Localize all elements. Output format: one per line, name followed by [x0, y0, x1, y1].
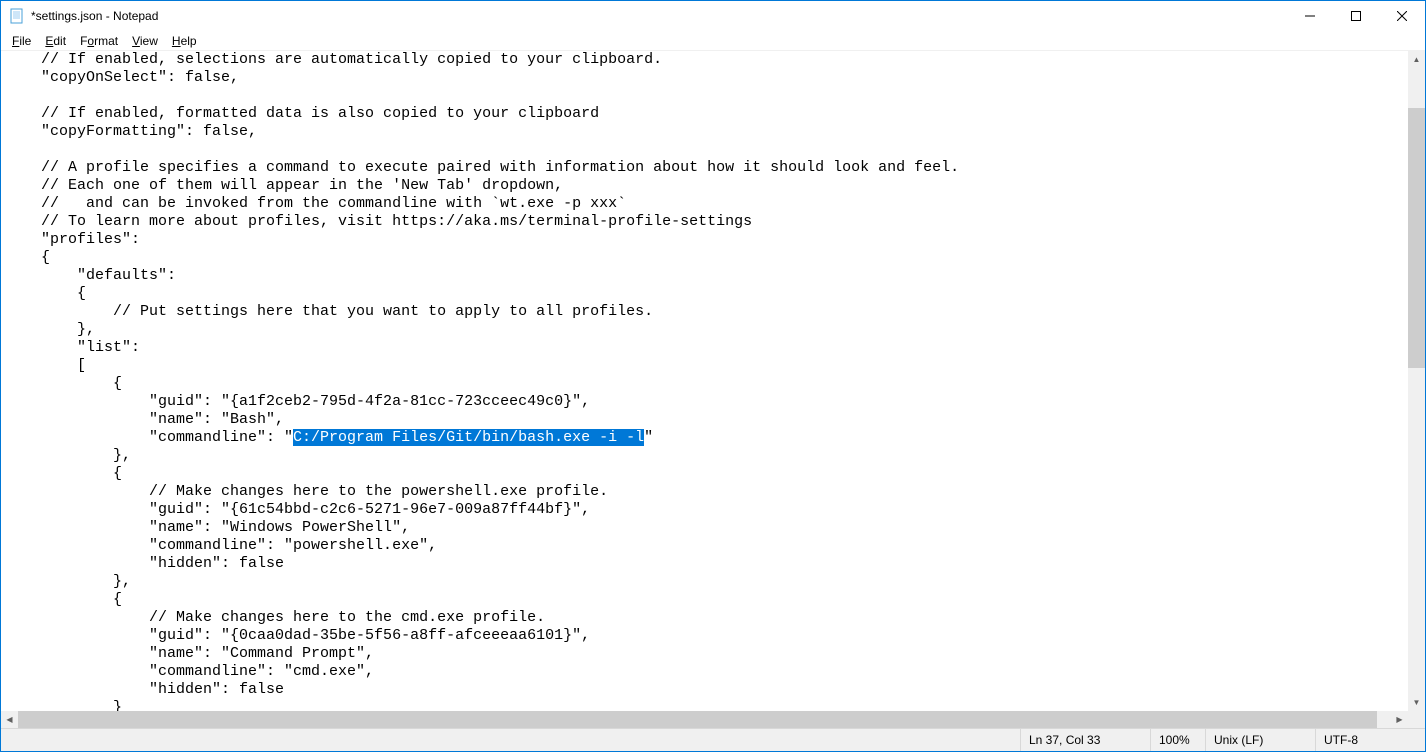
text-selection: C:/Program Files/Git/bin/bash.exe -i -l [293, 429, 644, 446]
titlebar: *settings.json - Notepad [1, 1, 1425, 31]
menu-file[interactable]: File [5, 33, 38, 49]
menu-view[interactable]: View [125, 33, 165, 49]
minimize-button[interactable] [1287, 1, 1333, 31]
close-button[interactable] [1379, 1, 1425, 31]
status-encoding: UTF-8 [1315, 729, 1425, 751]
scroll-left-arrow-icon[interactable]: ◀ [1, 711, 18, 728]
menubar: File Edit Format View Help [1, 31, 1425, 51]
horizontal-scroll-thumb[interactable] [18, 711, 1377, 728]
status-position: Ln 37, Col 33 [1020, 729, 1150, 751]
status-line-ending: Unix (LF) [1205, 729, 1315, 751]
vertical-scroll-thumb[interactable] [1408, 108, 1425, 368]
vertical-scrollbar[interactable]: ▲ ▼ [1408, 51, 1425, 711]
notepad-icon [9, 8, 25, 24]
status-zoom: 100% [1150, 729, 1205, 751]
text-editor[interactable]: // If enabled, selections are automatica… [1, 51, 1408, 711]
window-controls [1287, 1, 1425, 31]
maximize-button[interactable] [1333, 1, 1379, 31]
scroll-up-arrow-icon[interactable]: ▲ [1408, 51, 1425, 68]
menu-format[interactable]: Format [73, 33, 125, 49]
statusbar: Ln 37, Col 33 100% Unix (LF) UTF-8 [1, 728, 1425, 751]
window-title: *settings.json - Notepad [31, 9, 158, 23]
scroll-right-arrow-icon[interactable]: ▶ [1391, 711, 1408, 728]
menu-help[interactable]: Help [165, 33, 204, 49]
horizontal-scrollbar[interactable]: ◀ ▶ [1, 711, 1425, 728]
scroll-down-arrow-icon[interactable]: ▼ [1408, 694, 1425, 711]
scroll-corner [1408, 711, 1425, 728]
menu-edit[interactable]: Edit [38, 33, 73, 49]
